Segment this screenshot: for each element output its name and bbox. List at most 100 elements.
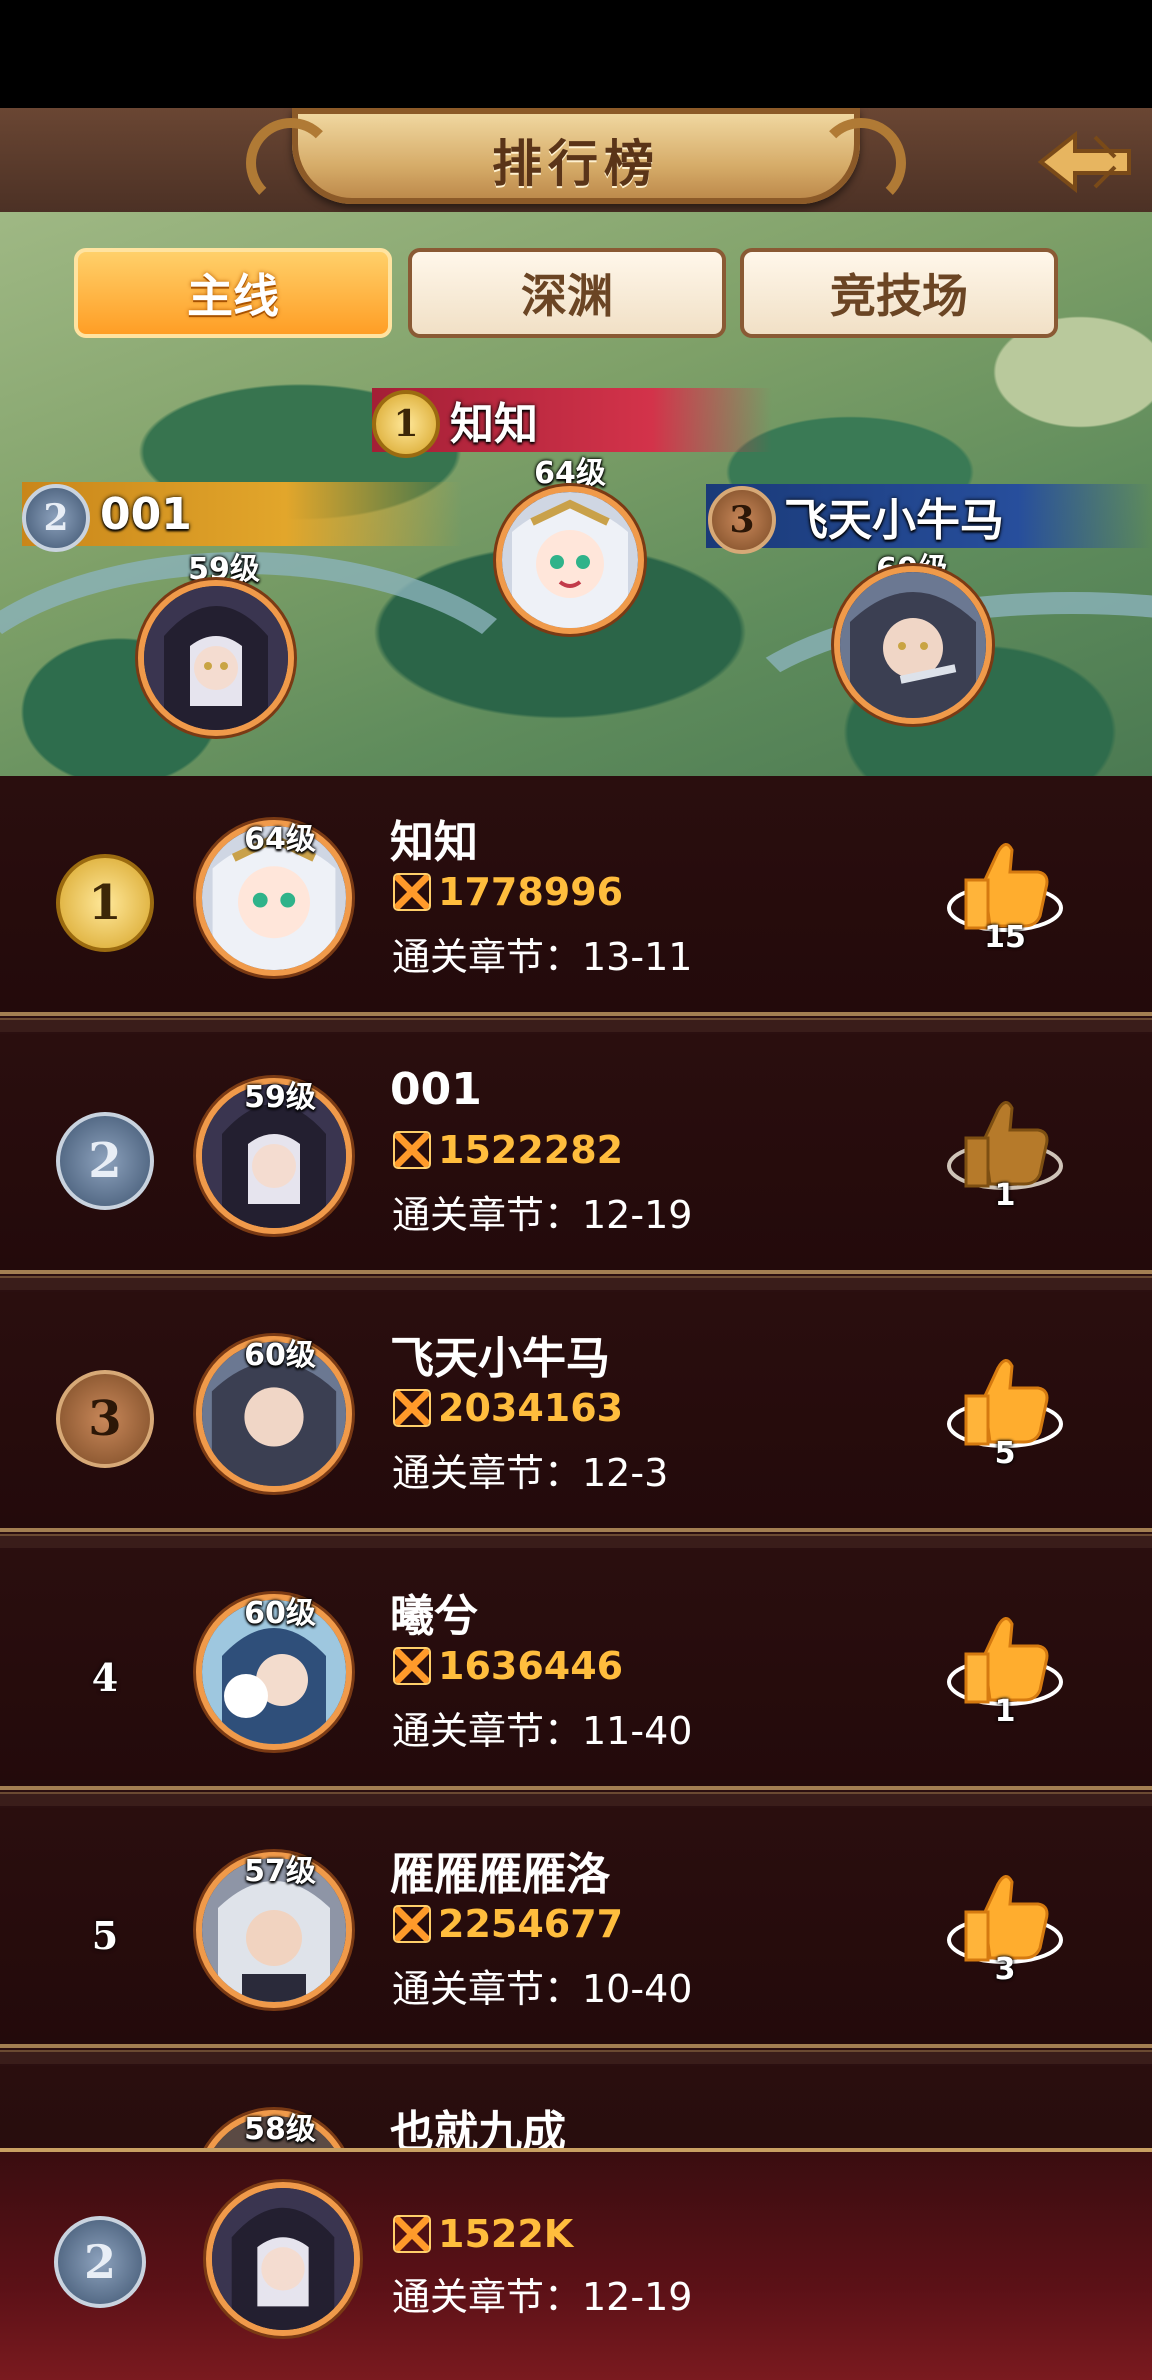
player-name: 知知 xyxy=(390,817,478,868)
my-avatar[interactable] xyxy=(206,2182,360,2336)
like-button[interactable]: 3 xyxy=(940,1864,1070,1994)
cleared-chapter: 通关章节：10-40 xyxy=(392,1967,693,2011)
page-title: 排行榜 xyxy=(492,135,660,193)
ranking-row[interactable]: 5 57级 雁雁雁雁洛 2254677 通关章节：10-40 3 xyxy=(0,1808,1152,2064)
ranking-list[interactable]: 1 64级 知知 1778996 通关章节：13-11 15 2 59级 001… xyxy=(0,776,1152,2148)
gold-medal-icon: 1 xyxy=(56,854,154,952)
player-name: 雁雁雁雁洛 xyxy=(390,1849,610,1900)
my-rank-number: 2 xyxy=(83,2235,116,2289)
rank-badge: 1 xyxy=(50,848,160,958)
player-level: 64级 xyxy=(244,822,316,857)
ranking-row[interactable]: 2 59级 001 1522282 通关章节：12-19 1 xyxy=(0,1034,1152,1290)
rank-number: 3 xyxy=(88,1391,122,1447)
player-name: 也就九成 xyxy=(390,2107,566,2148)
status-bar xyxy=(0,0,1152,108)
player-name: 曦兮 xyxy=(390,1591,478,1642)
rank-number: 2 xyxy=(88,1133,122,1189)
like-button[interactable]: 1 xyxy=(940,1090,1070,1220)
podium-third-name: 飞天小牛马 xyxy=(784,495,1004,546)
rank-badge: 5 xyxy=(50,1880,160,1990)
player-level: 59级 xyxy=(244,1080,316,1115)
gold-medal-icon: 1 xyxy=(372,390,440,458)
avatar-portrait-icon xyxy=(840,572,986,718)
back-arrow-icon xyxy=(1037,130,1131,194)
cleared-chapter: 通关章节：13-11 xyxy=(392,935,693,979)
combat-power: 2034163 xyxy=(392,1386,623,1430)
ranking-row[interactable]: 1 64级 知知 1778996 通关章节：13-11 15 xyxy=(0,776,1152,1032)
rank-badge: 3 xyxy=(50,1364,160,1474)
combat-power: 1522282 xyxy=(392,1128,623,1172)
crossed-swords-icon xyxy=(393,1131,431,1169)
silver-medal-icon: 2 xyxy=(56,1112,154,1210)
bronze-medal-icon: 3 xyxy=(56,1370,154,1468)
my-combat-power: 1522K xyxy=(392,2212,573,2256)
like-button[interactable]: 15 xyxy=(940,832,1070,962)
ranking-row[interactable]: 3 60级 飞天小牛马 2034163 通关章节：12-3 5 xyxy=(0,1292,1152,1548)
podium-third-rank: 3 xyxy=(729,499,755,541)
combat-power-value: 2254677 xyxy=(438,1902,624,1946)
bronze-medal-icon: 3 xyxy=(708,486,776,554)
like-count: 1 xyxy=(994,1694,1016,1729)
like-count: 1 xyxy=(994,1178,1016,1213)
podium-second-name: 001 xyxy=(100,488,192,540)
cleared-chapter: 通关章节：12-19 xyxy=(392,1193,693,1237)
crossed-swords-icon xyxy=(393,2215,431,2253)
podium-map: 主线 深渊 竞技场 知知 1 64级 001 2 59级 飞天小牛马 3 xyxy=(0,212,1152,776)
title-plate: 排行榜 xyxy=(246,108,906,208)
silver-medal-icon: 2 xyxy=(22,484,90,552)
header-bar: 排行榜 xyxy=(0,108,1152,215)
like-button[interactable]: 5 xyxy=(940,1348,1070,1478)
podium-second-rank: 2 xyxy=(43,497,69,539)
like-count: 5 xyxy=(994,1436,1016,1471)
podium-second-avatar[interactable] xyxy=(138,580,294,736)
back-button[interactable] xyxy=(1030,114,1140,210)
rank-number: 1 xyxy=(88,875,122,931)
my-rank-bar: 2 1522K 通关章节：12-19 xyxy=(0,2148,1152,2380)
combat-power-value: 1636446 xyxy=(438,1644,624,1688)
combat-power: 2254677 xyxy=(392,1902,623,1946)
tab-main[interactable]: 主线 xyxy=(74,248,392,338)
combat-power: 1778996 xyxy=(392,870,623,914)
combat-power-value: 1522282 xyxy=(438,1128,624,1172)
crossed-swords-icon xyxy=(393,1647,431,1685)
podium-first-avatar[interactable] xyxy=(496,486,644,634)
player-level: 60级 xyxy=(244,1338,316,1373)
rank-number: 5 xyxy=(91,1912,119,1958)
tab-arena-label: 竞技场 xyxy=(830,269,968,323)
cleared-chapter: 通关章节：12-3 xyxy=(392,1451,669,1495)
podium-third-avatar[interactable] xyxy=(834,566,992,724)
player-name: 飞天小牛马 xyxy=(390,1333,610,1384)
player-level: 58级 xyxy=(244,2112,316,2147)
player-level: 57级 xyxy=(244,1854,316,1889)
tab-abyss[interactable]: 深渊 xyxy=(408,248,726,338)
ranking-row[interactable]: 58级 也就九成 xyxy=(0,2066,1152,2148)
ranking-row[interactable]: 4 60级 曦兮 1636446 通关章节：11-40 1 xyxy=(0,1550,1152,1806)
silver-medal-icon: 2 xyxy=(54,2216,146,2308)
cleared-chapter: 通关章节：11-40 xyxy=(392,1709,693,1753)
combat-power-value: 1778996 xyxy=(438,870,624,914)
crossed-swords-icon xyxy=(393,873,431,911)
rank-number: 4 xyxy=(91,1654,119,1700)
avatar-portrait-icon xyxy=(212,2188,354,2330)
rank-badge: 2 xyxy=(50,1106,160,1216)
podium-first-rank: 1 xyxy=(393,403,419,445)
player-level: 60级 xyxy=(244,1596,316,1631)
tab-arena[interactable]: 竞技场 xyxy=(740,248,1058,338)
rank-badge: 4 xyxy=(50,1622,160,1732)
avatar-portrait-icon xyxy=(144,586,288,730)
combat-power-value: 2034163 xyxy=(438,1386,624,1430)
tab-abyss-label: 深渊 xyxy=(521,269,613,323)
like-count: 3 xyxy=(994,1952,1016,1987)
leaderboard-screen: 排行榜 主线 深渊 竞技场 知知 1 64级 001 2 59级 飞天小牛马 3… xyxy=(0,0,1152,2380)
player-name: 001 xyxy=(390,1064,482,1115)
like-count: 15 xyxy=(984,920,1026,955)
crossed-swords-icon xyxy=(393,1905,431,1943)
podium-first-name: 知知 xyxy=(450,399,538,450)
combat-power: 1636446 xyxy=(392,1644,623,1688)
tab-main-label: 主线 xyxy=(187,269,279,323)
my-combat-power-value: 1522K xyxy=(438,2212,574,2256)
crossed-swords-icon xyxy=(393,1389,431,1427)
avatar-portrait-icon xyxy=(502,492,638,628)
like-button[interactable]: 1 xyxy=(940,1606,1070,1736)
my-cleared-chapter: 通关章节：12-19 xyxy=(392,2275,693,2319)
